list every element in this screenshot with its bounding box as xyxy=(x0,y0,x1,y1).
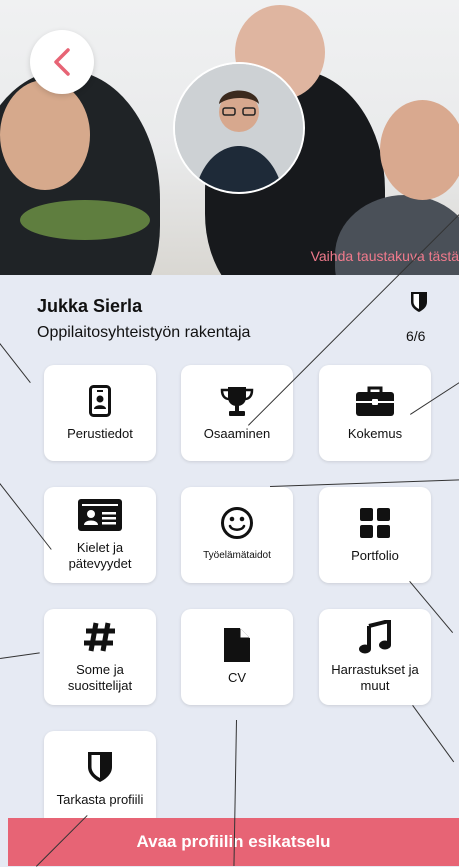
profile-progress: 6/6 xyxy=(406,328,426,344)
tile-languages[interactable]: Kielet ja pätevyydet xyxy=(44,487,156,583)
annotation-line xyxy=(270,479,459,487)
profile-title: Oppilaitosyhteistyön rakentaja xyxy=(37,324,251,341)
hashtag-icon xyxy=(84,622,115,652)
tile-social-label-line1: Some ja xyxy=(76,662,124,677)
id-card-icon xyxy=(78,499,122,531)
tile-skills-label: Osaaminen xyxy=(203,426,271,441)
tile-hobbies-label-line2: muut xyxy=(360,678,390,693)
tile-languages-label-line2: pätevyydet xyxy=(68,556,132,571)
shield-icon xyxy=(88,752,112,782)
music-note-icon xyxy=(359,620,391,654)
tile-cv-label: CV xyxy=(227,670,247,685)
profile-name: Jukka Sierla xyxy=(37,296,143,316)
cover-person-right-head xyxy=(380,100,459,200)
tile-social-label-line2: suosittelijat xyxy=(67,678,133,693)
back-button[interactable] xyxy=(30,30,94,94)
trophy-icon xyxy=(220,387,254,416)
tile-basic-info-label: Perustiedot xyxy=(67,426,133,441)
tile-cv[interactable]: CV xyxy=(181,609,293,705)
briefcase-icon xyxy=(356,386,394,416)
profile-avatar[interactable] xyxy=(173,62,305,194)
avatar-photo xyxy=(175,64,303,192)
document-icon xyxy=(224,628,250,662)
cover-photo[interactable]: Vaihda taustakuva tästä xyxy=(0,0,459,275)
tile-check-profile[interactable]: Tarkasta profiili xyxy=(44,731,156,827)
cover-plant xyxy=(20,200,150,240)
tile-check-profile-label: Tarkasta profiili xyxy=(56,792,144,807)
id-badge-icon xyxy=(89,385,111,417)
grid-icon xyxy=(360,508,390,538)
cover-person-left-head xyxy=(0,80,90,190)
tile-languages-label-line1: Kielet ja xyxy=(76,540,124,555)
tile-hobbies[interactable]: Harrastukset ja muut xyxy=(319,609,431,705)
tile-hobbies-label: Harrastukset ja muut xyxy=(331,662,418,694)
tile-social-label: Some ja suosittelijat xyxy=(68,662,132,694)
annotation-line xyxy=(412,705,455,763)
smiley-icon xyxy=(221,507,253,539)
change-background-link[interactable]: Vaihda taustakuva tästä xyxy=(311,248,459,264)
chevron-left-icon xyxy=(54,48,70,76)
tile-portfolio[interactable]: Portfolio xyxy=(319,487,431,583)
tile-experience[interactable]: Kokemus xyxy=(319,365,431,461)
tile-basic-info[interactable]: Perustiedot xyxy=(44,365,156,461)
shield-icon xyxy=(411,292,427,312)
annotation-line xyxy=(0,652,40,659)
tile-skills[interactable]: Osaaminen xyxy=(181,365,293,461)
tile-working-skills[interactable]: Työelämätaidot xyxy=(181,487,293,583)
tile-social[interactable]: Some ja suosittelijat xyxy=(44,609,156,705)
tile-experience-label: Kokemus xyxy=(347,426,403,441)
tile-hobbies-label-line1: Harrastukset ja xyxy=(331,662,419,677)
tile-portfolio-label: Portfolio xyxy=(351,548,399,563)
annotation-line xyxy=(0,343,31,384)
tile-working-skills-label: Työelämätaidot xyxy=(203,550,271,561)
tile-languages-label: Kielet ja pätevyydet xyxy=(69,540,132,572)
